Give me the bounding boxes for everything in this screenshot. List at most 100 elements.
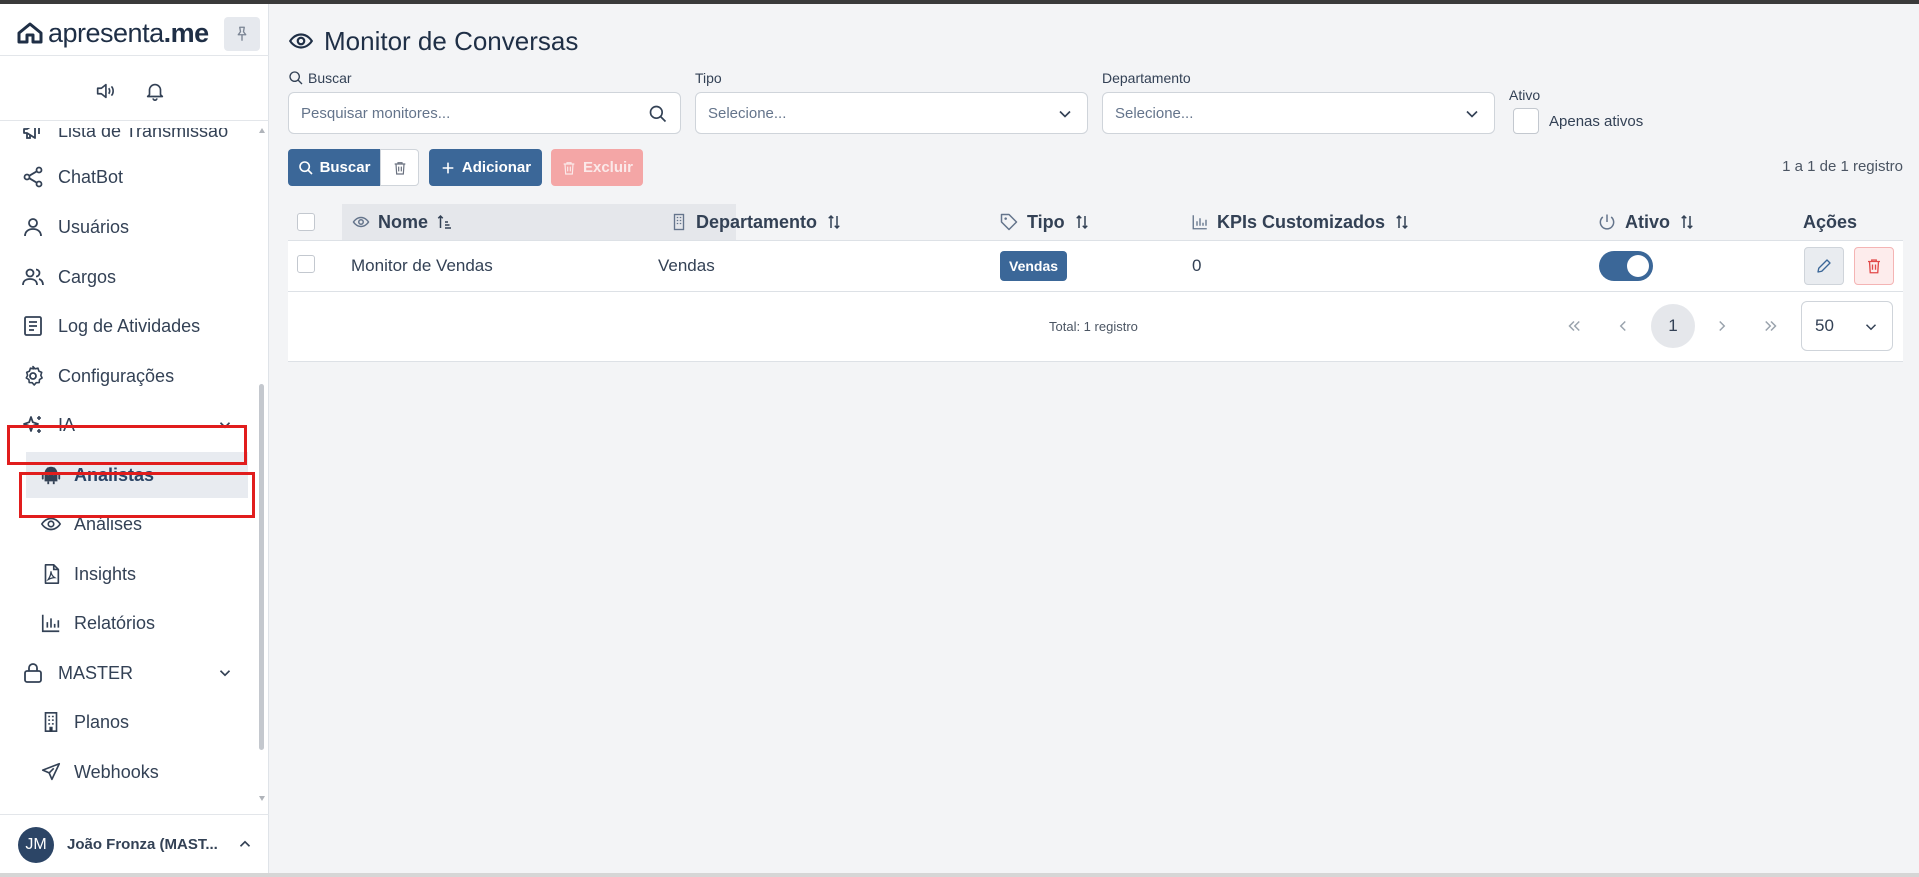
pin-icon: [237, 26, 247, 41]
column-label: Ações: [1803, 211, 1858, 232]
sidebar-quick-icons: [94, 80, 166, 102]
next-page-button[interactable]: [1700, 304, 1744, 348]
highlight-box-analistas: [19, 472, 255, 518]
sidebar-item-label: Relatórios: [74, 612, 156, 633]
first-page-button[interactable]: [1552, 304, 1596, 348]
window-bottom-border: [0, 873, 1919, 877]
edit-button[interactable]: [1804, 247, 1844, 285]
scroll-down-arrow[interactable]: [259, 796, 265, 801]
sidebar-item-lista-de-transmissao[interactable]: Lista de Transmissão: [0, 128, 258, 154]
ativo-toggle[interactable]: [1599, 251, 1653, 281]
prev-page-button[interactable]: [1601, 304, 1645, 348]
column-tipo[interactable]: Tipo: [999, 204, 1091, 240]
pin-sidebar-button[interactable]: [224, 17, 260, 51]
sidebar-item-label: Usuários: [58, 216, 130, 237]
chevrons-left-icon: [1568, 320, 1580, 332]
power-icon: [1599, 214, 1615, 230]
sidebar-item-log-de-atividades[interactable]: Log de Atividades: [0, 303, 258, 349]
sidebar-item-insights[interactable]: Insights: [0, 551, 258, 597]
ativo-label: Ativo: [1509, 87, 1541, 103]
chevron-down-icon: [219, 670, 231, 677]
excluir-button[interactable]: Excluir: [551, 149, 643, 186]
gear-icon: [20, 363, 46, 389]
select-all-checkbox[interactable]: [297, 213, 315, 231]
page-size-value: 50: [1815, 316, 1834, 335]
sidebar-item-label: Planos: [74, 711, 130, 732]
page-button-current[interactable]: 1: [1651, 304, 1695, 348]
chevron-left-icon: [1619, 320, 1626, 332]
building-icon: [673, 213, 685, 231]
user-icon: [20, 214, 46, 240]
sidebar-scrollbar[interactable]: [259, 384, 264, 750]
sidebar-item-label: MASTER: [58, 662, 134, 683]
adicionar-button[interactable]: Adicionar: [429, 149, 542, 186]
row-checkbox[interactable]: [297, 255, 315, 273]
sidebar-item-label: Log de Atividades: [58, 315, 201, 336]
bell-icon[interactable]: [144, 80, 166, 102]
trash-icon: [563, 161, 575, 175]
column-ativo[interactable]: Ativo: [1597, 204, 1696, 240]
search-icon: [298, 160, 313, 175]
page-size-select[interactable]: 50: [1801, 301, 1893, 351]
sidebar-item-planos[interactable]: Planos: [0, 699, 258, 745]
sidebar-item-chatbot[interactable]: ChatBot: [0, 154, 258, 200]
send-icon: [38, 759, 64, 785]
volume-icon[interactable]: [94, 80, 116, 102]
cell-ativo: [1599, 241, 1653, 291]
excluir-button-label: Excluir: [582, 159, 634, 176]
column-departamento[interactable]: Departamento: [660, 204, 843, 240]
sidebar-item-configuracoes[interactable]: Configurações: [0, 353, 258, 399]
home-logo-icon: [17, 22, 43, 44]
cell-acoes: [1804, 241, 1894, 291]
departamento-select[interactable]: Selecione...: [1102, 92, 1495, 134]
sort-icon: [1396, 214, 1408, 230]
column-label: KPIs Customizados: [1217, 211, 1386, 232]
sidebar-item-webhooks[interactable]: Webhooks: [0, 749, 258, 795]
brand-logo[interactable]: apresenta .me: [16, 16, 209, 50]
departamento-select-value: Selecione...: [1115, 104, 1194, 122]
search-icon: [649, 105, 667, 123]
column-label: Nome: [378, 211, 429, 232]
sidebar-divider: [0, 55, 269, 56]
user-menu[interactable]: JM João Fronza (MAST...: [0, 814, 269, 870]
search-label: Buscar: [288, 70, 352, 86]
apenas-ativos-checkbox[interactable]: [1513, 108, 1539, 134]
lock-icon: [20, 660, 46, 686]
sidebar-item-usuarios[interactable]: Usuários: [0, 204, 258, 250]
search-input[interactable]: Pesquisar monitores...: [288, 92, 681, 134]
document-icon: [20, 313, 46, 339]
sidebar-divider: [0, 120, 269, 121]
tipo-select[interactable]: Selecione...: [695, 92, 1088, 134]
total-records: Total: 1 registro: [1049, 319, 1138, 334]
plus-icon: [442, 162, 454, 173]
search-icon: [289, 71, 303, 85]
buscar-button[interactable]: Buscar: [288, 149, 380, 186]
cell-kpis: 0: [1192, 256, 1202, 275]
sidebar-item-label: Configurações: [58, 365, 175, 386]
sort-icon: [828, 214, 840, 230]
cell-tipo: Vendas: [1000, 241, 1068, 291]
delete-button[interactable]: [1854, 247, 1894, 285]
table-header: Nome Departamento Tipo KPIs Customizados: [288, 204, 1903, 241]
buscar-button-label: Buscar: [319, 159, 371, 176]
tipo-label: Tipo: [695, 70, 722, 86]
table-row[interactable]: Monitor de Vendas Vendas Vendas 0: [288, 241, 1903, 292]
last-page-button[interactable]: [1749, 304, 1793, 348]
eye-icon: [288, 33, 314, 49]
sort-ascending-icon: [437, 214, 452, 229]
column-kpis-customizados[interactable]: KPIs Customizados: [1191, 204, 1411, 240]
scroll-up-arrow[interactable]: [259, 128, 265, 133]
sidebar-item-cargos[interactable]: Cargos: [0, 254, 258, 300]
chevron-down-icon: [1466, 110, 1478, 118]
record-count: 1 a 1 de 1 registro: [1782, 158, 1903, 175]
sidebar-item-master[interactable]: MASTER: [0, 650, 258, 696]
user-name: João Fronza (MAST...: [67, 836, 218, 853]
toggle-knob: [1627, 255, 1649, 277]
bar-chart-icon: [38, 610, 64, 636]
cell-nome: Monitor de Vendas: [351, 256, 493, 275]
clear-filters-button[interactable]: [380, 149, 419, 186]
column-acoes: Ações: [1803, 204, 1857, 240]
sidebar: apresenta .me Lista de Transmissão ChatBo…: [0, 4, 269, 873]
brand-name-light: apresenta: [48, 17, 164, 48]
sidebar-item-relatorios[interactable]: Relatórios: [0, 600, 258, 646]
